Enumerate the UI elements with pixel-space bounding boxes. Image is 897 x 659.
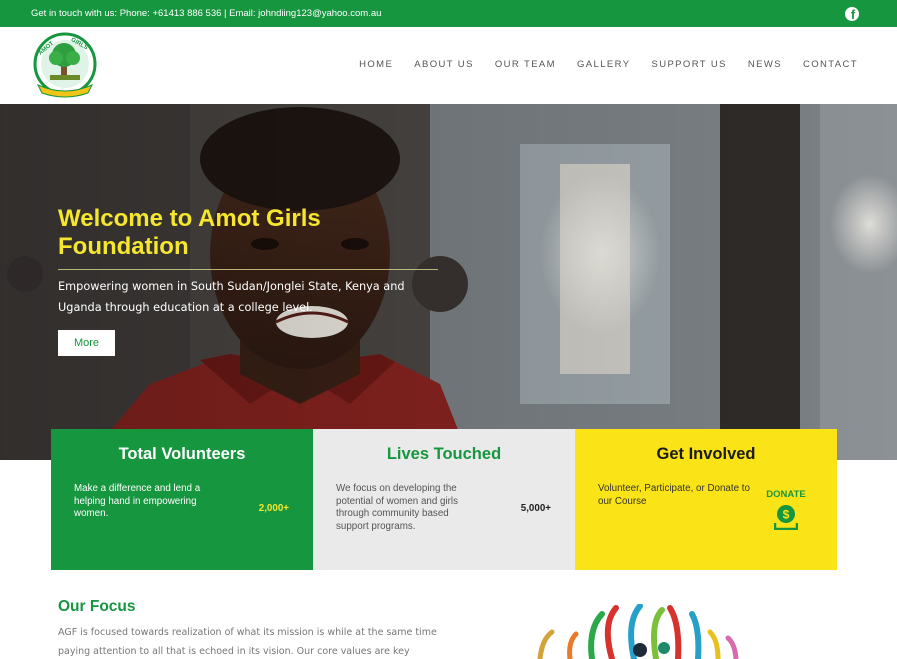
info-cards: Total Volunteers Make a difference and l… bbox=[51, 429, 837, 570]
nav-news[interactable]: NEWS bbox=[748, 59, 782, 70]
hero-title: Welcome to Amot Girls Foundation bbox=[58, 205, 321, 260]
card-text: Volunteer, Participate, or Donate to our… bbox=[598, 483, 750, 507]
facebook-icon[interactable]: f bbox=[845, 6, 859, 21]
card-title: Lives Touched bbox=[386, 445, 502, 463]
card-stat: 2,000+ bbox=[258, 503, 289, 514]
nav-our-team[interactable]: OUR TEAM bbox=[495, 59, 556, 70]
more-button[interactable]: More bbox=[58, 330, 115, 356]
donate-label: DONATE bbox=[766, 489, 806, 500]
site-header: AMOT GIRLS HOME ABOUT US OUR TEAM GALLER… bbox=[0, 27, 897, 104]
card-get-involved: Get Involved Volunteer, Participate, or … bbox=[575, 429, 837, 570]
card-text: Make a difference and lend a helping han… bbox=[74, 483, 201, 519]
nav-gallery[interactable]: GALLERY bbox=[577, 59, 630, 70]
card-title: Get Involved bbox=[656, 445, 756, 463]
hero-divider bbox=[58, 269, 438, 270]
nav-home[interactable]: HOME bbox=[359, 59, 393, 70]
card-text: We focus on developing the potential of … bbox=[336, 483, 458, 532]
nav-contact[interactable]: CONTACT bbox=[803, 59, 858, 70]
focus-illustration bbox=[537, 604, 739, 659]
section-title-our-focus: Our Focus bbox=[58, 598, 136, 615]
top-contact-bar: Get in touch with us: Phone: +61413 886 … bbox=[0, 0, 897, 27]
card-lives-touched: Lives Touched We focus on developing the… bbox=[313, 429, 575, 570]
svg-text:$: $ bbox=[783, 508, 790, 522]
contact-info: Get in touch with us: Phone: +61413 886 … bbox=[31, 8, 382, 19]
main-nav: HOME ABOUT US OUR TEAM GALLERY SUPPORT U… bbox=[359, 59, 858, 70]
amot-girls-foundation-logo[interactable]: AMOT GIRLS bbox=[30, 31, 100, 99]
card-stat: 5,000+ bbox=[520, 503, 551, 514]
donate-button[interactable]: DONATE $ bbox=[764, 489, 808, 530]
nav-about-us[interactable]: ABOUT US bbox=[414, 59, 474, 70]
donate-money-icon: $ bbox=[774, 505, 798, 530]
nav-support-us[interactable]: SUPPORT US bbox=[651, 59, 726, 70]
our-focus-text: AGF is focused towards realization of wh… bbox=[58, 627, 437, 657]
hero-banner: Welcome to Amot Girls Foundation Empower… bbox=[0, 104, 897, 460]
card-total-volunteers: Total Volunteers Make a difference and l… bbox=[51, 429, 313, 570]
hero-subtitle: Empowering women in South Sudan/Jonglei … bbox=[58, 280, 405, 314]
card-title: Total Volunteers bbox=[118, 445, 246, 463]
